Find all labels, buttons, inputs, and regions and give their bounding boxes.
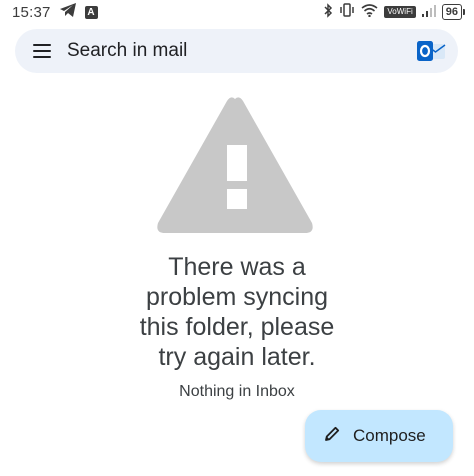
sync-error-line: try again later. [158,343,316,371]
signal-icon [421,4,436,21]
bluetooth-icon [323,2,333,22]
search-input[interactable] [67,40,416,62]
vibrate-icon [339,3,355,21]
outlook-icon[interactable] [416,36,446,66]
sync-error-message: There was a problem syncing this folder,… [0,252,474,372]
hamburger-menu-icon[interactable] [33,44,51,58]
sync-error-line: There was a [168,253,306,281]
compose-button[interactable]: Compose [305,410,453,462]
status-bar: 15:37 A VoWiFi 96 [0,0,474,24]
sync-error-line: problem syncing [145,283,329,311]
telegram-icon [59,2,77,22]
status-right: VoWiFi 96 [323,2,466,22]
vowifi-tag: VoWiFi [384,6,416,18]
empty-inbox-label: Nothing in Inbox [179,383,295,400]
battery-indicator: 96 [441,4,466,20]
compose-label: Compose [353,426,426,445]
warning-triangle-icon [155,93,315,235]
status-time: 15:37 [12,3,51,21]
wifi-icon [361,3,378,21]
search-bar[interactable] [15,29,458,73]
sync-error-line: this folder, please [139,313,335,341]
notification-badge-icon: A [84,5,98,19]
status-left: 15:37 A [12,2,98,22]
pencil-icon [323,425,341,448]
